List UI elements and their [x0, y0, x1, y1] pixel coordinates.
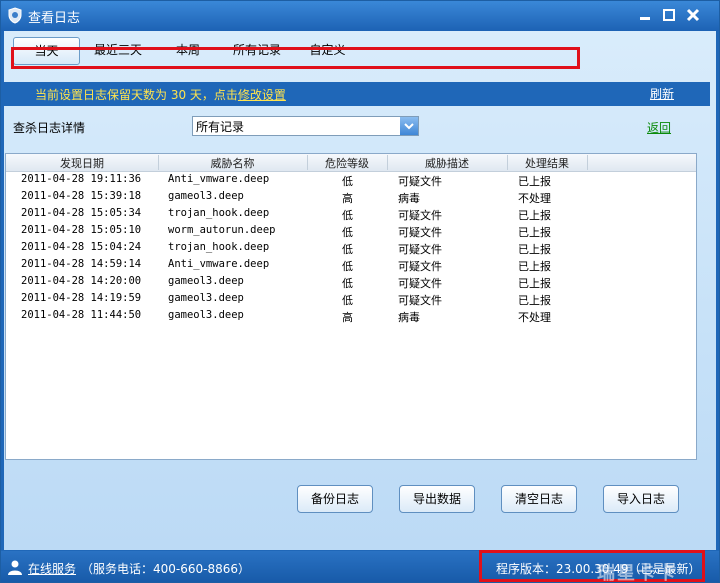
title-bar[interactable]: 查看日志: [1, 1, 719, 31]
column-header-threat-name[interactable]: 威胁名称: [158, 155, 308, 170]
cell-risk-level: 低: [342, 175, 353, 188]
cell-risk-level: 低: [342, 209, 353, 222]
cell-result: 已上报: [518, 226, 551, 239]
cell-date: 2011-04-28 11:44:50: [21, 309, 142, 321]
filter-label: 查杀日志详情: [13, 121, 86, 135]
table-row[interactable]: 2011-04-28 14:59:14 Anti_vmware.deep 低 可疑文件…: [6, 257, 696, 274]
cell-description: 病毒: [398, 311, 420, 324]
table-row[interactable]: 2011-04-28 14:19:59 gameol3.deep 低 可疑文件 已上报: [6, 291, 696, 308]
person-icon: [7, 559, 23, 575]
cell-risk-level: 低: [342, 294, 353, 307]
table-row[interactable]: 2011-04-28 14:20:00 gameol3.deep 低 可疑文件 已上报: [6, 274, 696, 291]
window-title: 查看日志: [28, 11, 81, 26]
column-header-description[interactable]: 威胁描述: [387, 155, 508, 170]
shield-icon: [7, 7, 23, 24]
import-log-button[interactable]: 导入日志: [603, 485, 679, 513]
cell-threat-name: Anti_vmware.deep: [168, 173, 270, 185]
cell-risk-level: 低: [342, 226, 353, 239]
watermark: 瑞星卡卡: [597, 563, 677, 583]
highlight-box-first-row: [11, 47, 580, 69]
clear-log-button[interactable]: 清空日志: [501, 485, 577, 513]
cell-date: 2011-04-28 15:05:34: [21, 207, 142, 219]
cell-result: 已上报: [518, 277, 551, 290]
cell-description: 可疑文件: [398, 243, 442, 256]
column-header-risk-level[interactable]: 危险等级: [307, 155, 388, 170]
close-icon[interactable]: [685, 7, 701, 23]
cell-date: 2011-04-28 15:04:24: [21, 241, 142, 253]
cell-date: 2011-04-28 15:05:10: [21, 224, 142, 236]
retention-notice: 当前设置日志保留天数为 30 天，点击修改设置: [35, 86, 286, 103]
cell-result: 不处理: [518, 311, 551, 324]
cell-risk-level: 低: [342, 260, 353, 273]
table-row[interactable]: 2011-04-28 11:44:50 gameol3.deep 高 病毒 不处理: [6, 308, 696, 325]
cell-threat-name: gameol3.deep: [168, 309, 244, 321]
log-viewer-window: 查看日志 当天 最近三天 本周 所有记录 自定义 当前设置日志保留天数为 30 …: [0, 0, 720, 583]
table-row[interactable]: 2011-04-28 15:39:18 gameol3.deep 高 病毒 不处理: [6, 189, 696, 206]
table-header: 发现日期 威胁名称 危险等级 威胁描述 处理结果: [6, 154, 696, 172]
cell-date: 2011-04-28 14:19:59: [21, 292, 142, 304]
cell-description: 病毒: [398, 192, 420, 205]
cell-risk-level: 低: [342, 277, 353, 290]
modify-settings-link[interactable]: 修改设置: [238, 88, 286, 102]
cell-risk-level: 高: [342, 192, 353, 205]
cell-risk-level: 低: [342, 243, 353, 256]
service-phone: （服务电话：400-660-8866）: [81, 562, 251, 576]
retention-notice-text: 当前设置日志保留天数为 30 天，点击: [35, 88, 238, 102]
online-service-link[interactable]: 在线服务: [28, 560, 76, 577]
cell-threat-name: gameol3.deep: [168, 275, 244, 287]
cell-risk-level: 高: [342, 311, 353, 324]
table-row[interactable]: 2011-04-28 15:04:24 trojan_hook.deep 低 可疑文件…: [6, 240, 696, 257]
log-filter-value: 所有记录: [196, 120, 245, 134]
cell-threat-name: gameol3.deep: [168, 190, 244, 202]
cell-description: 可疑文件: [398, 260, 442, 273]
maximize-icon[interactable]: [661, 7, 677, 23]
cell-result: 已上报: [518, 243, 551, 256]
log-filter-select[interactable]: 所有记录: [192, 116, 419, 136]
cell-description: 可疑文件: [398, 277, 442, 290]
dropdown-arrow-icon[interactable]: [400, 117, 418, 135]
minimize-icon[interactable]: [637, 7, 653, 23]
cell-result: 已上报: [518, 260, 551, 273]
cell-description: 可疑文件: [398, 209, 442, 222]
cell-threat-name: gameol3.deep: [168, 292, 244, 304]
cell-result: 已上报: [518, 175, 551, 188]
cell-description: 可疑文件: [398, 175, 442, 188]
back-link[interactable]: 返回: [647, 119, 671, 136]
cell-date: 2011-04-28 14:20:00: [21, 275, 142, 287]
notice-bar: 当前设置日志保留天数为 30 天，点击修改设置 刷新: [4, 82, 710, 106]
cell-result: 已上报: [518, 294, 551, 307]
cell-date: 2011-04-28 15:39:18: [21, 190, 142, 202]
cell-date: 2011-04-28 14:59:14: [21, 258, 142, 270]
cell-threat-name: worm_autorun.deep: [168, 224, 276, 236]
column-header-date[interactable]: 发现日期: [6, 155, 159, 170]
cell-description: 可疑文件: [398, 294, 442, 307]
cell-date: 2011-04-28 19:11:36: [21, 173, 142, 185]
log-table: 发现日期 威胁名称 危险等级 威胁描述 处理结果 2011-04-28 19:1…: [5, 47, 697, 460]
cell-threat-name: Anti_vmware.deep: [168, 258, 270, 270]
cell-result: 已上报: [518, 209, 551, 222]
column-header-result[interactable]: 处理结果: [507, 155, 588, 170]
cell-description: 可疑文件: [398, 226, 442, 239]
cell-result: 不处理: [518, 192, 551, 205]
cell-threat-name: trojan_hook.deep: [168, 207, 270, 219]
cell-threat-name: trojan_hook.deep: [168, 241, 270, 253]
table-row[interactable]: 2011-04-28 15:05:10 worm_autorun.deep 低 可疑文…: [6, 223, 696, 240]
refresh-link[interactable]: 刷新: [650, 85, 674, 102]
export-data-button[interactable]: 导出数据: [399, 485, 475, 513]
table-row[interactable]: 2011-04-28 19:11:36 Anti_vmware.deep 低 可疑文件…: [6, 172, 696, 189]
backup-log-button[interactable]: 备份日志: [297, 485, 373, 513]
table-row[interactable]: 2011-04-28 15:05:34 trojan_hook.deep 低 可疑文件…: [6, 206, 696, 223]
